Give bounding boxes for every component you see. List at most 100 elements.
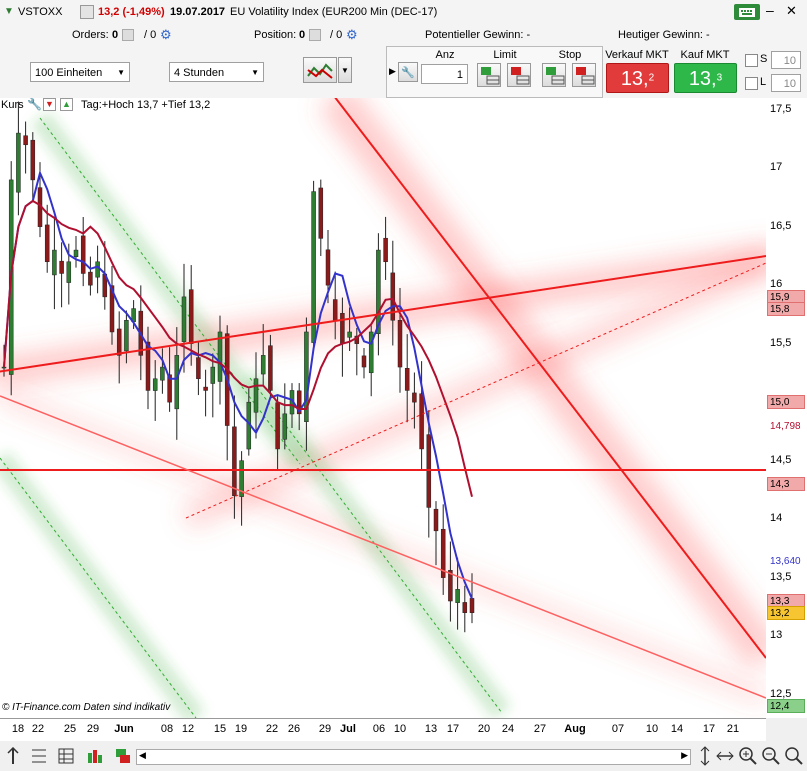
grid-icon[interactable] <box>57 747 75 765</box>
price-change: 13,2 (-1,49%) <box>98 6 165 18</box>
l-checkbox[interactable] <box>745 77 758 90</box>
up-arrow-icon[interactable]: ▲ <box>60 98 73 111</box>
l-input[interactable]: 10 <box>771 74 801 92</box>
date-tick-label: 21 <box>726 723 740 735</box>
date-tick-label: Jun <box>114 723 134 735</box>
stop-buy-button[interactable] <box>542 63 566 87</box>
limit-buy-icon <box>481 67 500 85</box>
gear-icon[interactable]: ⚙ <box>160 24 172 46</box>
candle-body <box>80 235 86 274</box>
candle-body <box>455 589 460 603</box>
price-label: 13,2 <box>767 605 805 620</box>
price-label: 14,3 <box>767 477 805 492</box>
price-tick-label: 16 <box>770 278 783 291</box>
candle-body <box>160 366 165 381</box>
date-tick-label: 29 <box>86 723 100 735</box>
units-select[interactable]: 100 Einheiten ▼ <box>30 62 130 82</box>
date-tick-label: 22 <box>31 723 45 735</box>
s-checkbox[interactable] <box>745 54 758 67</box>
candle-body <box>260 355 266 375</box>
buy-market-button[interactable]: 13,3 <box>674 63 737 93</box>
sell-market-button[interactable]: 13,2 <box>606 63 669 93</box>
candle-body <box>116 328 122 356</box>
price-tick-label: 17 <box>770 161 783 174</box>
candle-body <box>462 602 468 613</box>
interval-select-value: 4 Stunden <box>174 67 225 79</box>
candle-body <box>340 313 345 344</box>
price-chart[interactable] <box>0 98 766 718</box>
orders-label: Orders: <box>72 29 109 41</box>
bars-icon[interactable] <box>86 747 104 765</box>
chevron-down-icon: ▼ <box>117 68 125 77</box>
layers-icon[interactable] <box>114 747 132 765</box>
price-label: 12,4 <box>767 699 805 714</box>
wrench-button[interactable]: 🔧 <box>398 62 418 82</box>
orders-value: 0 <box>112 29 119 41</box>
chart-icon[interactable] <box>80 5 94 19</box>
candle-body <box>16 132 21 193</box>
date-axis[interactable]: 18 22 25 29 Jun 08 12 15 19 22 26 29 Jul 06 10 13 17 20 24… <box>0 718 766 741</box>
buy-price: 13, <box>688 68 717 90</box>
chevron-down-icon: ▼ <box>251 68 259 77</box>
vertical-zoom-icon[interactable] <box>696 746 714 766</box>
candles-icon[interactable] <box>30 747 48 765</box>
stop-sell-button[interactable] <box>572 63 596 87</box>
date-tick-label: 26 <box>287 723 301 735</box>
price-tick-label: 13 <box>770 629 783 642</box>
gear-icon[interactable]: ⚙ <box>346 24 358 46</box>
limit-buy-button[interactable] <box>477 63 501 87</box>
time-scrollbar[interactable]: ◀ ▶ <box>136 749 691 765</box>
chevron-down-icon[interactable]: ▼ <box>4 6 14 17</box>
date-tick-label: 17 <box>702 723 716 735</box>
zoom-in-icon[interactable] <box>738 746 758 766</box>
candle-body <box>347 331 352 338</box>
candle-body <box>397 320 403 368</box>
position-close-icon[interactable] <box>309 29 321 41</box>
price-tick-label: 15,5 <box>770 336 792 349</box>
candle-body <box>44 224 50 263</box>
date-label: 19.07.2017 <box>170 6 226 18</box>
scroll-left-icon[interactable]: ◀ <box>139 750 146 761</box>
price-label: 14,798 <box>767 418 805 433</box>
down-arrow-icon[interactable]: ▼ <box>43 98 56 111</box>
sell-label: Verkauf MKT <box>605 49 669 61</box>
symbol-name[interactable]: VSTOXX <box>18 0 62 24</box>
date-tick-label: 13 <box>424 723 438 735</box>
chart-type-dropdown[interactable]: ▼ <box>338 57 352 83</box>
chart-type-button[interactable] <box>303 57 337 83</box>
panel-arrow-icon[interactable]: ▶ <box>389 66 396 77</box>
candle-body <box>383 237 388 263</box>
date-tick-label: 22 <box>265 723 279 735</box>
chart-type-icon <box>307 63 333 79</box>
s-label: S <box>760 53 768 65</box>
price-label: 13,640 <box>767 554 805 569</box>
position-value-2: / 0 <box>330 29 343 41</box>
chart-area[interactable]: Kurs 🔧 ▼ ▲ Tag:+Hoch 13,7 +Tief 13,2 © I… <box>0 98 767 718</box>
price-axis[interactable]: 17,51716,51615,51514,51413,51312,515,915… <box>766 98 807 718</box>
candle-body <box>30 139 36 181</box>
date-tick-label: 17 <box>446 723 460 735</box>
keyboard-icon[interactable] <box>734 4 760 20</box>
minimize-icon[interactable]: – <box>766 2 774 18</box>
trendline-glows <box>0 98 766 718</box>
close-icon[interactable]: ✕ <box>786 3 797 19</box>
date-tick-label: 15 <box>213 723 227 735</box>
horizontal-zoom-icon[interactable] <box>716 746 734 766</box>
vertical-split-icon[interactable] <box>4 746 22 765</box>
orders-close-icon[interactable] <box>122 29 134 41</box>
limit-sell-button[interactable] <box>507 63 531 87</box>
position-label: Position: <box>254 29 297 41</box>
zoom-out-icon[interactable] <box>761 746 781 766</box>
position-value: 0 <box>299 29 306 41</box>
units-select-value: 100 Einheiten <box>35 67 103 79</box>
interval-select[interactable]: 4 Stunden ▼ <box>169 62 264 82</box>
date-tick-label: 06 <box>372 723 386 735</box>
s-input[interactable]: 10 <box>771 51 801 69</box>
scroll-right-icon[interactable]: ▶ <box>681 750 688 761</box>
anz-input[interactable]: 1 <box>421 64 468 84</box>
candle-body <box>66 261 72 283</box>
fit-zoom-icon[interactable] <box>784 746 804 766</box>
wrench-icon[interactable]: 🔧 <box>27 98 42 111</box>
candle-body <box>52 249 57 276</box>
price-tick-label: 17,5 <box>770 102 792 115</box>
